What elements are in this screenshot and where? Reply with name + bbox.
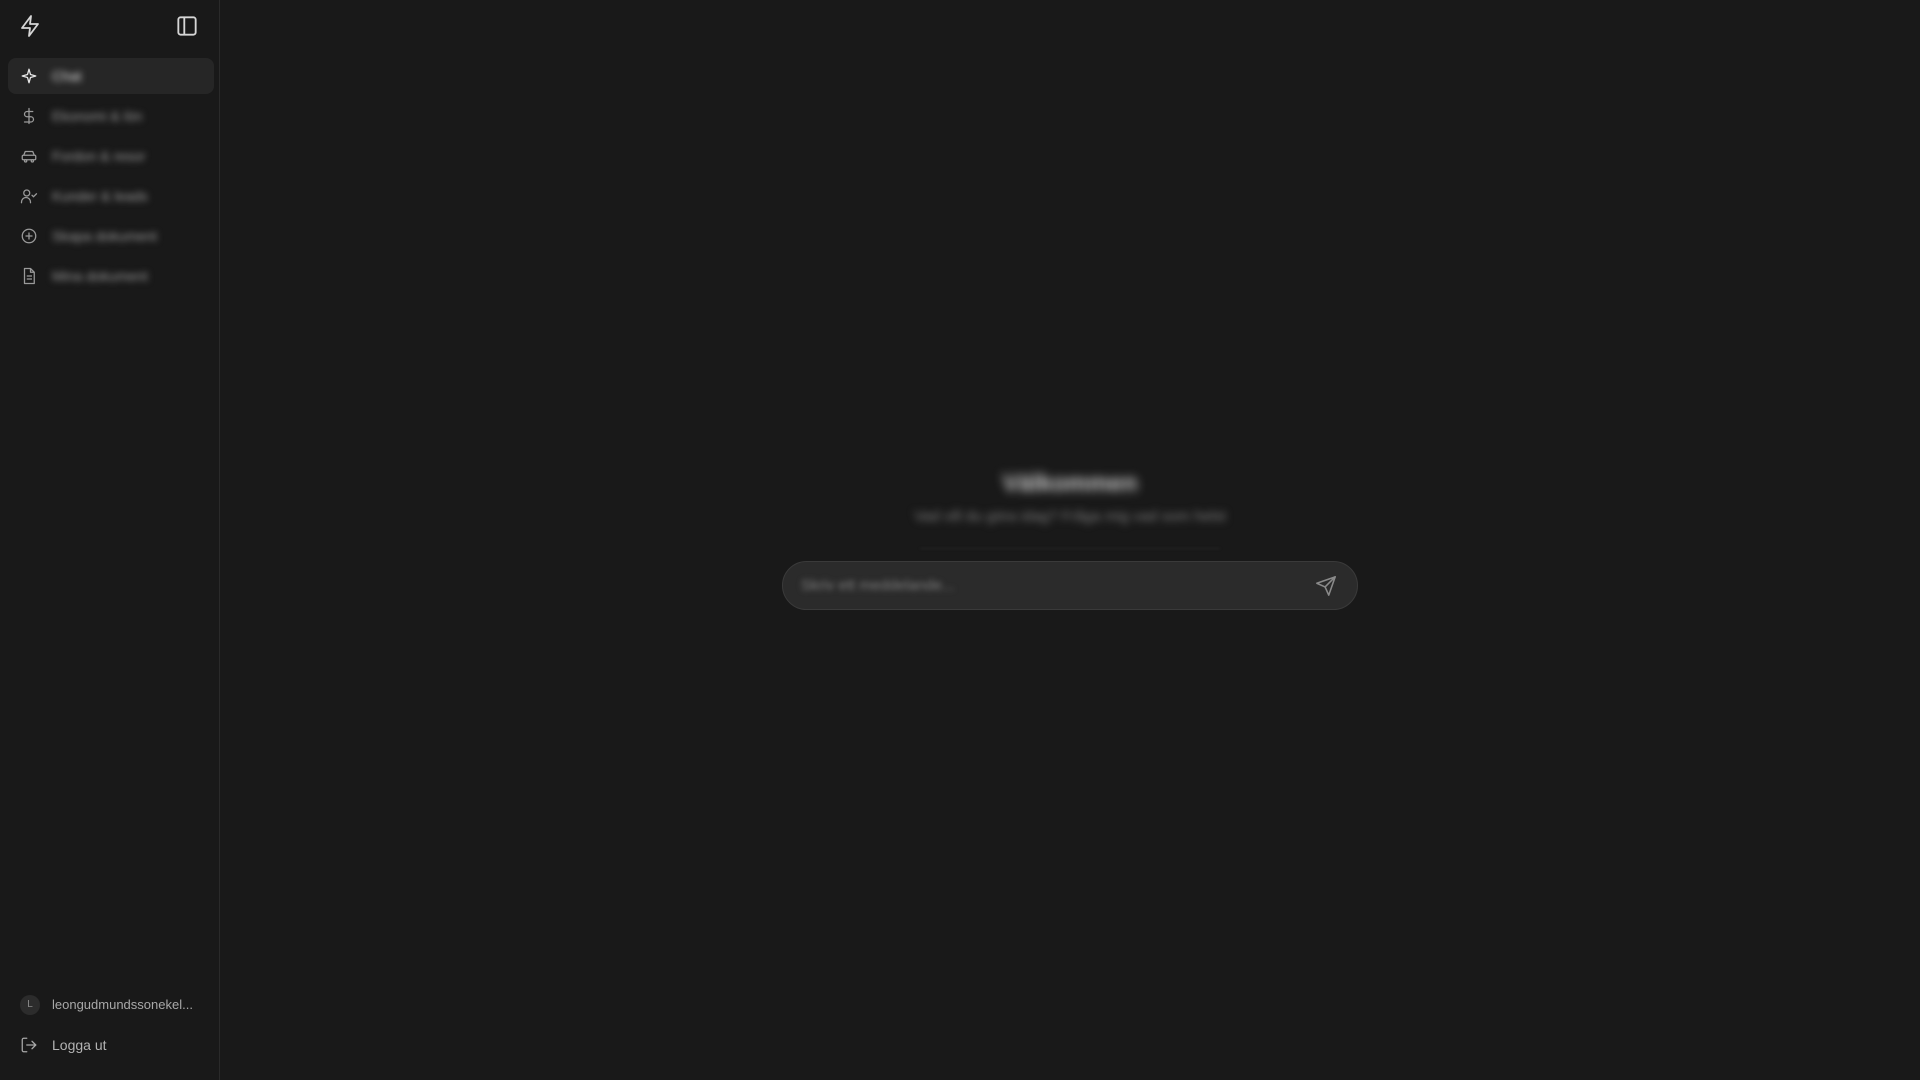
logout-icon (21, 1037, 37, 1053)
sidebar: Chat Ekonomi & lön Fordon & resor Kunder… (0, 0, 220, 1080)
file-icon (23, 267, 35, 285)
sidebar-item-create[interactable]: Skapa dokument (8, 218, 214, 254)
sidebar-item-finance[interactable]: Ekonomi & lön (8, 98, 214, 134)
sidebar-item-customers[interactable]: Kunder & leads (8, 178, 214, 214)
sidebar-item-vehicles[interactable]: Fordon & resor (8, 138, 214, 174)
sidebar-item-chat[interactable]: Chat (8, 58, 214, 94)
car-icon (21, 150, 37, 163)
sidebar-item-label: Chat (52, 68, 82, 84)
sidebar-item-label: Skapa dokument (52, 228, 158, 244)
sidebar-item-label: Fordon & resor (52, 148, 146, 164)
page-title: Välkommen (1002, 470, 1138, 497)
lightning-icon[interactable] (18, 14, 42, 38)
send-icon[interactable] (1315, 575, 1337, 597)
sidebar-item-label: Kunder & leads (52, 188, 148, 204)
avatar: L (20, 995, 40, 1015)
chat-input[interactable] (801, 562, 1301, 609)
page-subtitle: Vad vill du göra idag? Fråga mig vad som… (914, 508, 1226, 525)
sidebar-item-label: Ekonomi & lön (52, 108, 143, 124)
sidebar-item-label: Mina dokument (52, 268, 148, 284)
plus-circle-icon (21, 228, 37, 244)
chat-input-container (782, 561, 1358, 610)
logout-label: Logga ut (52, 1037, 107, 1053)
logout-button[interactable]: Logga ut (18, 1032, 214, 1058)
sidebar-item-documents[interactable]: Mina dokument (8, 258, 214, 294)
main-content: Välkommen Vad vill du göra idag? Fråga m… (220, 0, 1920, 1080)
divider (920, 548, 1220, 549)
user-check-icon (20, 189, 38, 204)
sparkle-icon (21, 68, 37, 84)
sidebar-header (0, 0, 220, 50)
user-profile[interactable]: L leongudmundssonekel... (18, 992, 214, 1018)
dollar-icon (23, 107, 35, 125)
sidebar-nav: Chat Ekonomi & lön Fordon & resor Kunder… (8, 58, 214, 298)
sidebar-toggle-icon[interactable] (174, 13, 200, 39)
user-email: leongudmundssonekel... (52, 997, 193, 1012)
